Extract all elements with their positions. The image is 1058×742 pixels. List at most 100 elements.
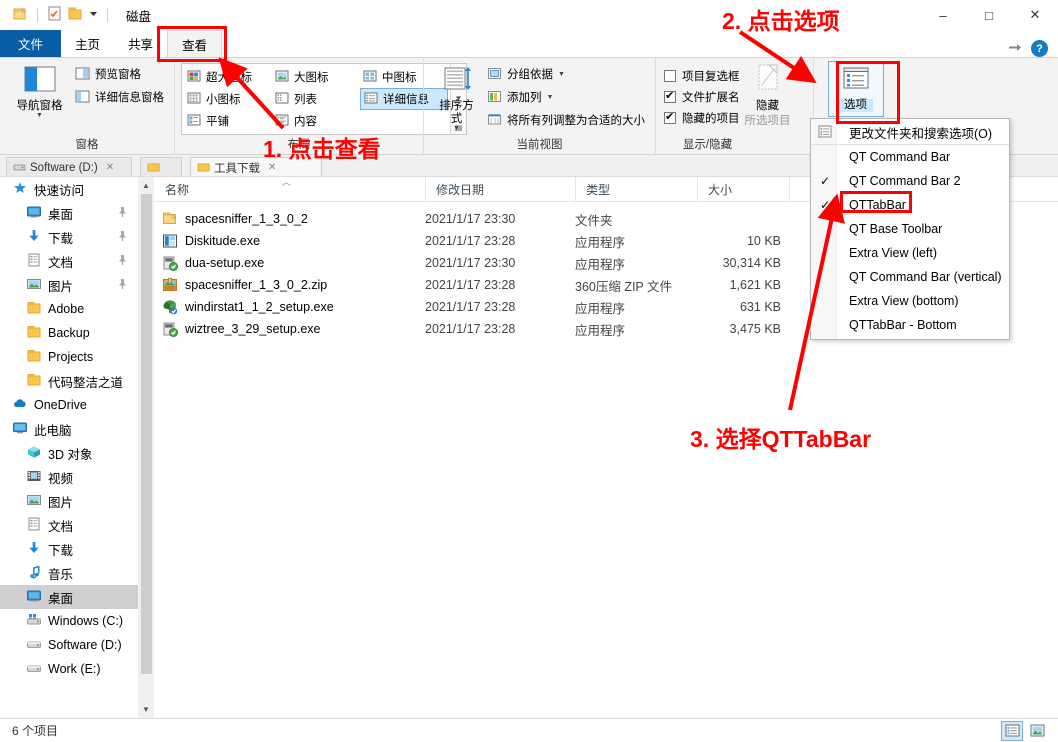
menu-item-label: Extra View (bottom) [849,294,959,308]
customize-caret-icon[interactable] [88,8,99,22]
nav-item-0[interactable]: 快速访问 [0,177,138,201]
details-pane-button[interactable]: 详细信息窗格 [71,88,168,108]
nav-item-11[interactable]: 3D 对象 [0,441,138,465]
group-by-button[interactable]: 分组依据 ▼ [483,65,649,85]
menu-item-2[interactable]: ✓ QT Command Bar 2 [811,169,1009,193]
nav-item-1[interactable]: 桌面 [0,201,138,225]
chevron-down-icon-group[interactable]: ▼ [558,71,565,78]
nav-item-5[interactable]: Adobe [0,297,138,321]
nav-item-label: OneDrive [34,398,87,412]
nav-item-17[interactable]: 桌面 [0,585,138,609]
layout-small-icons[interactable]: 小图标 [184,88,272,110]
nav-item-20[interactable]: Work (E:) [0,657,138,681]
nav-item-7[interactable]: Projects [0,345,138,369]
qttab-software-d[interactable]: Software (D:) ✕ [6,157,132,176]
close-button[interactable]: ✕ [1012,0,1058,30]
tab-share[interactable]: 共享 [114,30,167,57]
column-header-size[interactable]: 大小 [697,176,789,202]
minimize-button[interactable]: – [920,0,966,30]
nav-item-12[interactable]: 视频 [0,465,138,489]
item-count-label: 6 个项目 [12,724,59,738]
nav-item-16[interactable]: 音乐 [0,561,138,585]
chevron-down-icon-sort[interactable]: ▼ [453,125,460,132]
properties-icon[interactable] [46,5,63,25]
layout-extra-large-icons[interactable]: 超大图标 [184,66,272,88]
hide-selected-items-button[interactable]: 隐藏 所选项目 [740,61,796,128]
tab-file[interactable]: 文件 [0,30,62,57]
menu-item-4[interactable]: QT Base Toolbar [811,217,1009,241]
column-header-date[interactable]: 修改日期 [425,176,575,202]
checkbox-hidden-items[interactable]: 隐藏的项目 [664,107,740,128]
sort-by-button[interactable]: 排序方式 ▼ [434,61,479,132]
options-button[interactable]: 选项 [827,61,884,117]
nav-item-9[interactable]: OneDrive [0,393,138,417]
nav-item-3[interactable]: 文档 [0,249,138,273]
pin-icon[interactable] [117,230,128,245]
qttab-close-icon-0[interactable]: ✕ [106,162,114,173]
layout-large-icons[interactable]: 大图标 [272,66,360,88]
layout-list[interactable]: 列表 [272,88,360,110]
nav-item-label: Windows (C:) [48,614,124,628]
maximize-button[interactable]: □ [966,0,1012,30]
navigation-pane-scrollbar[interactable]: ▲ ▼ [138,177,154,718]
chevron-down-icon-addcol[interactable]: ▼ [547,94,554,101]
chevron-down-icon[interactable]: ▼ [36,112,43,119]
navigation-pane[interactable]: 快速访问 桌面 下载 文档 图片 Adobe Backup Projects 代码整洁之道 One… [0,177,138,718]
tab-view[interactable]: 查看 [167,30,223,57]
layout-tiles[interactable]: 平铺 [184,110,272,132]
collapse-ribbon-icon[interactable] [1008,42,1023,56]
navigation-pane-button[interactable]: 导航窗格 ▼ [12,61,67,119]
checkbox-item-checkboxes[interactable]: 项目复选框 [664,65,740,86]
menu-item-5[interactable]: Extra View (left) [811,241,1009,265]
nav-item-label: Adobe [48,302,85,316]
nav-scroll-down-button[interactable]: ▼ [138,701,154,718]
nav-scroll-thumb[interactable] [140,194,152,674]
tab-home[interactable]: 主页 [61,30,114,57]
layout-content[interactable]: 内容 [272,110,360,132]
menu-item-6[interactable]: QT Command Bar (vertical) [811,265,1009,289]
menu-item-7[interactable]: Extra View (bottom) [811,289,1009,313]
cell-name: windirstat1_1_2_setup.exe [155,299,425,315]
folder-icon[interactable] [67,5,84,25]
cell-date: 2021/1/17 23:28 [425,322,516,336]
videos-icon [26,469,42,486]
menu-item-0[interactable]: 更改文件夹和搜索选项(O) [811,121,1009,145]
options-dropdown-menu[interactable]: 更改文件夹和搜索选项(O) QT Command Bar ✓ QT Command B… [810,118,1010,340]
ribbon-group-panes: 导航窗格 ▼ 预览窗格 详细信息窗格 窗格 [0,58,174,155]
sort-by-icon [440,65,474,98]
pin-icon[interactable] [117,206,128,221]
size-all-columns-button[interactable]: 将所有列调整为合适的大小 [483,111,649,131]
quick-access-toolbar: 磁盘 [0,5,151,25]
qttab-folder[interactable] [140,157,182,176]
nav-item-15[interactable]: 下载 [0,537,138,561]
nav-item-18[interactable]: Windows (C:) [0,609,138,633]
pin-icon[interactable] [117,254,128,269]
nav-item-8[interactable]: 代码整洁之道 [0,369,138,393]
new-folder-icon[interactable] [12,5,29,25]
nav-item-2[interactable]: 下载 [0,225,138,249]
menu-item-1[interactable]: QT Command Bar [811,145,1009,169]
column-header-type[interactable]: 类型 [575,176,697,202]
nav-item-4[interactable]: 图片 [0,273,138,297]
details-view-icon [364,92,378,107]
checkbox-file-extensions[interactable]: 文件扩展名 [664,86,740,107]
menu-item-8[interactable]: QTTabBar - Bottom [811,313,1009,337]
preview-pane-button[interactable]: 预览窗格 [71,65,168,85]
details-view-button[interactable] [1001,720,1023,741]
window-controls: – □ ✕ [920,0,1058,30]
menu-item-label: QT Command Bar (vertical) [849,270,1002,284]
folder-icon [162,211,178,227]
large-icons-view-button[interactable] [1026,721,1048,741]
nav-item-14[interactable]: 文档 [0,513,138,537]
help-icon[interactable]: ? [1031,40,1048,57]
nav-item-10[interactable]: 此电脑 [0,417,138,441]
nav-item-19[interactable]: Software (D:) [0,633,138,657]
pin-icon[interactable] [117,278,128,293]
menu-item-3[interactable]: ✓ QTTabBar [811,193,1009,217]
nav-item-13[interactable]: 图片 [0,489,138,513]
file-name-label: spacesniffer_1_3_0_2 [185,212,308,226]
nav-scroll-up-button[interactable]: ▲ [138,177,154,194]
nav-item-6[interactable]: Backup [0,321,138,345]
add-columns-button[interactable]: 添加列 ▼ [483,88,649,108]
column-header-name[interactable]: 名称 ︿ [155,177,425,202]
